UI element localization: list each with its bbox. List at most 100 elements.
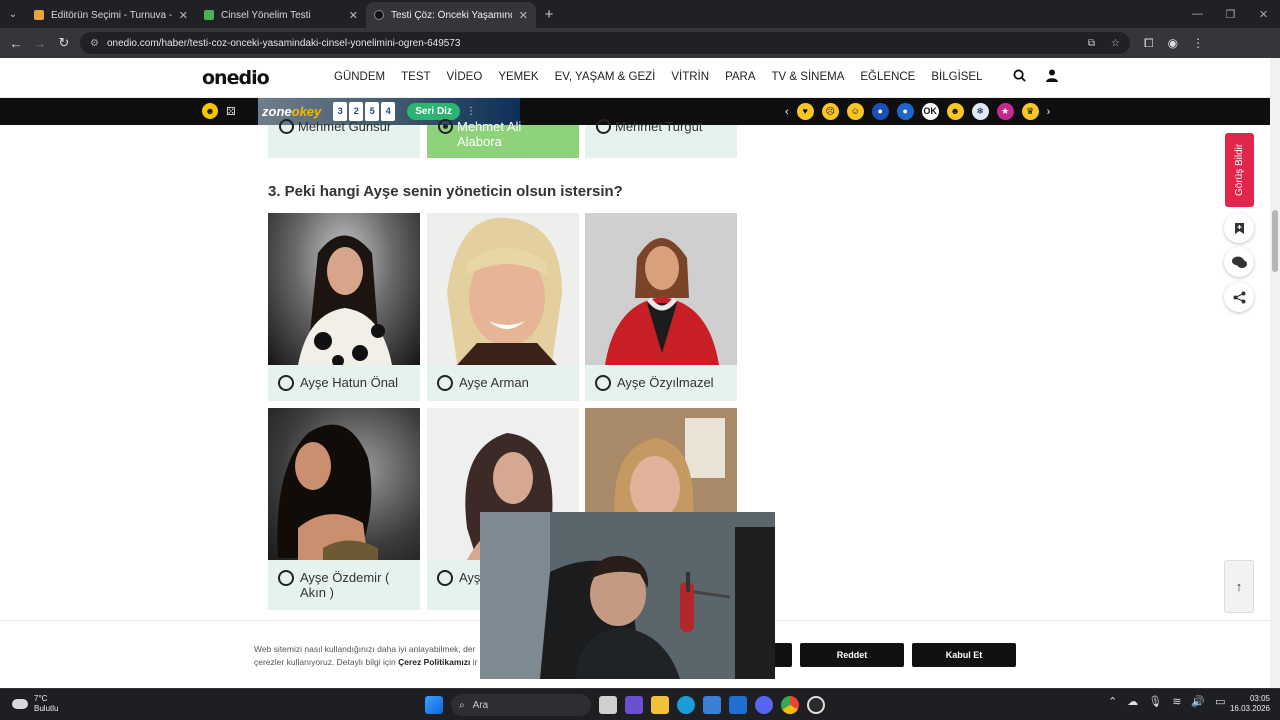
option-photo[interactable] (427, 213, 579, 365)
prev-arrow-icon[interactable]: ‹ (785, 106, 789, 118)
radio-icon[interactable] (279, 119, 294, 134)
comments-button[interactable] (1224, 247, 1254, 277)
url-field[interactable]: ⚙ onedio.com/haber/testi-coz-onceki-yasa… (80, 32, 1130, 54)
forward-icon[interactable]: → (28, 36, 52, 51)
windows-start-icon[interactable] (425, 696, 443, 714)
clock-date: 16.03.2026 (1229, 704, 1270, 713)
menu-item-tv-sinema[interactable]: TV & SİNEMA (772, 71, 845, 83)
task-view-icon[interactable] (599, 696, 617, 714)
volume-icon[interactable]: 🔊 (1191, 695, 1205, 708)
browser-menu-icon[interactable]: ⋮ (1192, 36, 1204, 51)
close-window-icon[interactable]: ✕ (1247, 8, 1280, 21)
menu-item-video[interactable]: VİDEO (447, 71, 483, 83)
close-tab-icon[interactable]: ✕ (349, 9, 358, 22)
browser-tab-3[interactable]: Testi Çöz: Önceki Yaşamındaki C ✕ (366, 2, 536, 28)
accept-cookies-button[interactable]: Kabul Et (912, 643, 1016, 667)
pink-badge-icon[interactable]: ★ (996, 103, 1014, 120)
scrollbar-thumb[interactable] (1272, 210, 1278, 272)
edge-icon[interactable] (677, 696, 695, 714)
radio-icon[interactable] (278, 570, 294, 586)
wifi-icon[interactable]: ≋ (1172, 695, 1181, 708)
browser-tab-2[interactable]: Cinsel Yönelim Testi ✕ (196, 2, 366, 28)
file-explorer-icon[interactable] (651, 696, 669, 714)
cookie-policy-link[interactable]: Çerez Politikamızı (398, 657, 470, 667)
new-tab-button[interactable]: + (536, 2, 562, 28)
blue-badge-icon[interactable]: ● (871, 103, 889, 120)
menu-item-vitrin[interactable]: VİTRİN (671, 71, 709, 83)
tray-expand-icon[interactable]: ⌃ (1108, 695, 1117, 708)
option-card[interactable]: Ayşe Özyılmazel (585, 213, 737, 401)
obs-icon[interactable] (807, 696, 825, 714)
weather-widget[interactable]: 7°C Bulutlu (12, 694, 58, 714)
game-icon[interactable]: ☻ (202, 103, 218, 119)
profile-icon[interactable]: ◉ (1168, 36, 1178, 51)
page-scrollbar[interactable] (1270, 58, 1280, 688)
wow-emoji-icon[interactable]: ♛ (1021, 103, 1039, 120)
prev-option-selected[interactable]: Mehmet Ali Alabora (427, 119, 579, 158)
ok-icon[interactable]: OK (921, 103, 939, 120)
radio-icon[interactable] (437, 375, 453, 391)
radio-icon[interactable] (595, 375, 611, 391)
love-emoji-icon[interactable]: ♥ (796, 103, 814, 120)
battery-icon[interactable]: ▭ (1215, 695, 1225, 708)
option-photo[interactable] (268, 408, 420, 560)
chrome-icon[interactable] (781, 696, 799, 714)
ad-cta-button[interactable]: Seri Diz (407, 103, 460, 120)
cool-emoji-icon[interactable]: ☻ (946, 103, 964, 120)
user-icon[interactable] (1046, 69, 1058, 85)
tab-search-icon[interactable]: ⌄ (0, 0, 26, 28)
feedback-button[interactable]: Görüş Bildir (1225, 133, 1254, 207)
option-card[interactable]: Ayşe Arman (427, 213, 579, 401)
radio-icon[interactable] (278, 375, 294, 391)
microphone-icon[interactable]: 🎙 (1148, 695, 1162, 708)
menu-item-ev-yasam-gezi[interactable]: EV, YAŞAM & GEZİ (555, 71, 656, 83)
radio-icon[interactable] (596, 119, 611, 134)
sad-emoji-icon[interactable]: ☹ (821, 103, 839, 120)
search-icon[interactable] (1013, 69, 1026, 85)
reject-cookies-button[interactable]: Reddet (800, 643, 904, 667)
back-icon[interactable]: ← (4, 36, 28, 51)
clock[interactable]: 03:05 16.03.2026 (1228, 694, 1270, 714)
menu-item-eglence[interactable]: EĞLENCE (860, 71, 915, 83)
reload-icon[interactable]: ↻ (52, 35, 76, 51)
ad-menu-icon[interactable]: ⋮ (466, 106, 476, 117)
snowflake-icon[interactable]: ❄ (971, 103, 989, 120)
install-app-icon[interactable]: ⧉ (1088, 38, 1095, 49)
menu-item-para[interactable]: PARA (725, 71, 755, 83)
radio-icon[interactable] (437, 570, 453, 586)
menu-item-test[interactable]: TEST (401, 71, 430, 83)
maximize-icon[interactable]: ❐ (1214, 8, 1247, 21)
next-arrow-icon[interactable]: › (1047, 106, 1051, 118)
discord-icon[interactable] (755, 696, 773, 714)
minimize-icon[interactable]: — (1181, 8, 1214, 20)
laugh-emoji-icon[interactable]: ☺ (846, 103, 864, 120)
option-card[interactable]: Ayşe Hatun Önal (268, 213, 420, 401)
browser-tab-1[interactable]: Editörün Seçimi - Turnuva - Qu ✕ (26, 2, 196, 28)
menu-item-bilgisel[interactable]: BİLGİSEL (931, 71, 982, 83)
option-card[interactable]: Ayşe Özdemir ( Akın ) (268, 408, 420, 610)
prev-option[interactable]: Mehmet Turgut (585, 119, 737, 158)
blue-badge-2-icon[interactable]: ● (896, 103, 914, 120)
prev-option[interactable]: Mehmet Günsür (268, 119, 420, 158)
radio-checked-icon[interactable] (438, 119, 453, 134)
bookmark-star-icon[interactable]: ☆ (1111, 38, 1120, 49)
bookmark-button[interactable] (1224, 213, 1254, 243)
menu-item-yemek[interactable]: YEMEK (498, 71, 538, 83)
close-tab-icon[interactable]: ✕ (519, 9, 528, 22)
dice-icon[interactable]: ⚄ (226, 105, 236, 118)
site-logo[interactable]: onedio (202, 67, 270, 89)
close-tab-icon[interactable]: ✕ (179, 9, 188, 22)
menu-item-gundem[interactable]: GÜNDEM (334, 71, 385, 83)
widgets-icon[interactable] (625, 696, 643, 714)
site-info-icon[interactable]: ⚙ (90, 38, 99, 49)
extensions-icon[interactable]: ⧠ (1144, 36, 1154, 51)
mail-icon[interactable] (729, 696, 747, 714)
network-app-icon[interactable]: ☁ (1127, 695, 1138, 708)
option-photo[interactable] (585, 213, 737, 365)
scroll-to-top-button[interactable]: ↑ (1224, 560, 1254, 613)
option-photo[interactable] (268, 213, 420, 365)
webcam-overlay (480, 512, 775, 679)
share-button[interactable] (1224, 282, 1254, 312)
store-icon[interactable] (703, 696, 721, 714)
taskbar-search[interactable]: ⌕ Ara (451, 694, 591, 716)
